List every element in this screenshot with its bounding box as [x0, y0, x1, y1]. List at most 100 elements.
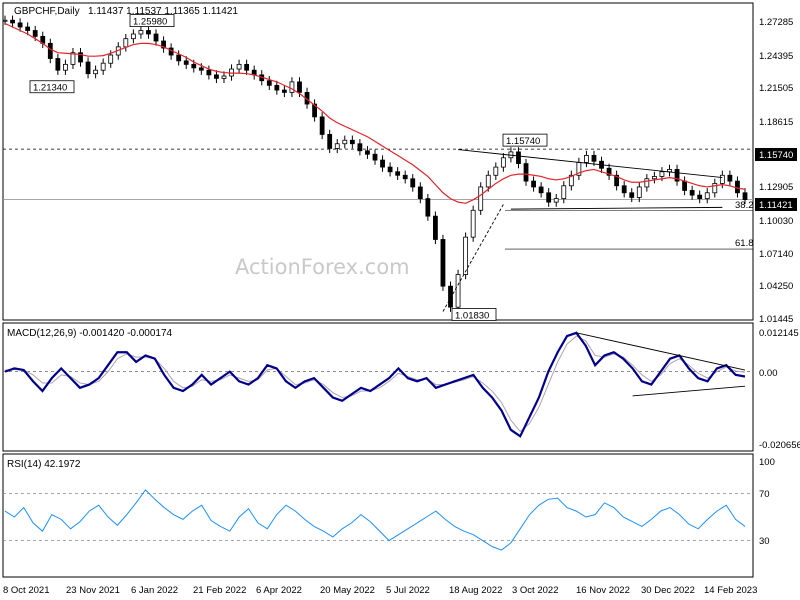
candle-body	[47, 42, 53, 59]
candle-body	[55, 58, 61, 71]
x-tick-label: 21 Feb 2022	[193, 585, 246, 596]
candle-body	[123, 38, 129, 48]
rsi-layer	[3, 489, 753, 551]
y-tick-label: 1.18615	[759, 117, 793, 128]
macd-y-tick-label: 0.00	[759, 368, 778, 379]
candle-body	[448, 285, 453, 308]
candle-body	[644, 178, 650, 188]
price-y-ticks: 1.27285 1.24395 1.21505 1.18615 1.12905 …	[759, 17, 793, 325]
candle-body	[417, 186, 423, 200]
candle-body	[651, 176, 657, 180]
y-tick-label: 1.24395	[759, 51, 793, 62]
candle-body	[553, 198, 559, 203]
chart-canvas: ActionForex.com GBPCHF,Daily 1.11437 1.1…	[2, 2, 800, 596]
candle-body	[297, 81, 302, 93]
candle-body	[100, 62, 106, 71]
x-tick-label: 3 Oct 2022	[512, 585, 558, 596]
rsi-label: RSI(14) 42.1972	[7, 459, 81, 470]
candle-body	[342, 139, 348, 145]
candle-body	[621, 185, 627, 194]
candle-body	[17, 22, 23, 28]
candle-body	[584, 155, 589, 163]
candle-body	[183, 60, 189, 65]
candle-body	[108, 54, 114, 64]
candle-body	[357, 143, 363, 152]
candle-body	[244, 63, 250, 71]
candle-body	[2, 19, 8, 22]
candle-body	[274, 84, 280, 91]
candle-body	[697, 194, 703, 200]
candle-body	[478, 186, 484, 211]
candle-body	[153, 33, 159, 42]
price-symbol-label: GBPCHF,Daily	[14, 6, 80, 17]
candle-body	[380, 159, 385, 168]
candle-body	[433, 215, 438, 240]
candle-body	[470, 209, 476, 238]
y-tick-label: 1.07140	[759, 249, 793, 260]
candle-body	[85, 61, 91, 75]
candle-body	[289, 81, 295, 93]
candle-body	[266, 80, 272, 86]
candle-body	[455, 274, 461, 308]
macd-lower-trendline	[632, 385, 746, 397]
price-annotation-label: 1.15740	[506, 136, 540, 147]
macd-layer	[3, 331, 753, 438]
candle-body	[410, 178, 416, 188]
candle-body	[365, 150, 370, 155]
candle-body	[689, 190, 695, 196]
candle-body	[538, 186, 544, 194]
candle-body	[742, 192, 748, 200]
candle-body	[561, 185, 567, 200]
candle-body	[327, 134, 333, 149]
x-tick-label: 5 Jul 2022	[386, 585, 430, 596]
candle-body	[334, 143, 340, 149]
candle-body	[636, 186, 642, 198]
candle-body	[735, 180, 740, 194]
candle-body	[712, 183, 718, 194]
candle-body	[176, 54, 182, 62]
price-annotation-label: 1.21340	[33, 83, 67, 94]
candle-body	[25, 26, 31, 31]
candle-body	[402, 174, 408, 180]
x-tick-label: 14 Feb 2023	[704, 585, 757, 596]
x-axis: 8 Oct 2021 23 Nov 2021 6 Jan 2022 21 Feb…	[3, 585, 757, 596]
candle-body	[93, 69, 99, 75]
macd-y-tick-label: -0.020656	[759, 440, 800, 451]
fib-level-label: 38.2	[735, 200, 754, 211]
candle-body	[682, 180, 687, 191]
rsi-line	[4, 489, 746, 551]
y-tick-label: 1.12905	[759, 182, 793, 193]
candle-body	[372, 153, 378, 161]
x-tick-label: 8 Oct 2021	[3, 585, 49, 596]
x-tick-label: 16 Nov 2022	[576, 585, 630, 596]
candle-body	[531, 180, 536, 188]
watermark: ActionForex.com	[235, 255, 410, 279]
macd-y-tick-label: 0.012145	[759, 328, 799, 339]
x-tick-label: 18 Aug 2022	[449, 585, 502, 596]
y-tick-label: 1.04250	[759, 281, 793, 292]
candle-body	[440, 239, 446, 287]
y-tick-label: 1.27285	[759, 17, 793, 28]
x-tick-label: 23 Nov 2021	[66, 585, 120, 596]
x-tick-label: 30 Dec 2022	[641, 585, 695, 596]
price-annotation-label: 1.01830	[455, 311, 489, 322]
y-tick-label: 1.10030	[759, 216, 793, 227]
candle-body	[425, 198, 431, 217]
candle-body	[485, 174, 491, 188]
level-badge-157-text: 1.15740	[759, 150, 793, 161]
candle-body	[659, 171, 665, 177]
x-tick-label: 20 May 2022	[320, 585, 375, 596]
candle-body	[516, 151, 521, 164]
macd-label: MACD(12,26,9) -0.001420 -0.000174	[7, 328, 173, 339]
candle-body	[546, 192, 552, 203]
macd-signal-line	[4, 335, 746, 433]
candle-body	[130, 33, 136, 40]
candle-body	[349, 139, 355, 145]
candle-body	[206, 69, 212, 76]
candle-body	[281, 89, 287, 93]
candle-body	[591, 155, 597, 162]
rsi-y-tick-label: 30	[759, 536, 770, 547]
candle-body	[221, 75, 227, 79]
level-badge-last-text: 1.11421	[759, 200, 793, 211]
candle-body	[387, 166, 393, 173]
